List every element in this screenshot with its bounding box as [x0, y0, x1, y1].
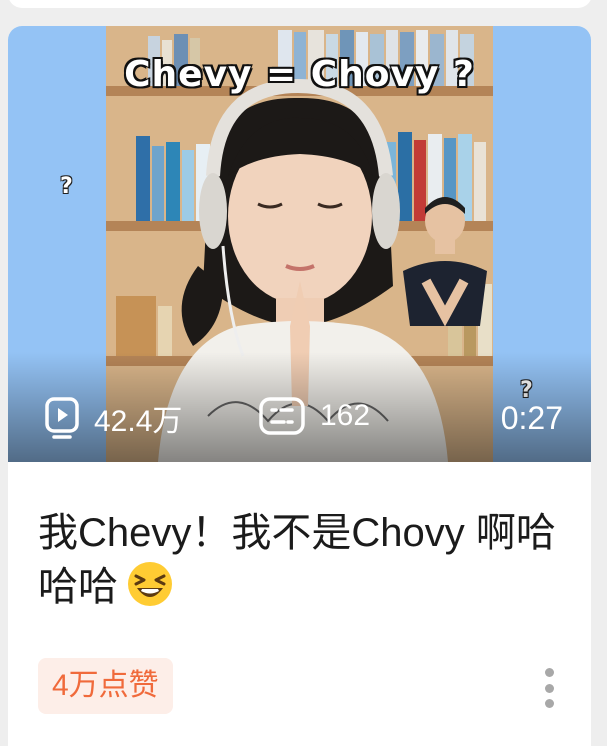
video-duration: 0:27 — [500, 400, 563, 436]
likes-badge: 4万点赞 — [38, 658, 173, 714]
play-count: 42.4万 — [94, 405, 183, 438]
more-dot — [544, 699, 554, 708]
play-video-icon — [45, 397, 79, 439]
more-dot — [544, 683, 554, 693]
video-card[interactable]: Chevy = Chovy ? ? ? 42.4万 — [8, 26, 591, 746]
more-options-button[interactable] — [536, 666, 562, 710]
danmaku-comment-icon — [259, 397, 305, 435]
thumbnail-stats-bar: 42.4万 162 0:27 — [8, 386, 591, 446]
previous-card-edge — [8, 0, 592, 8]
question-mark-sticker: ? — [60, 174, 73, 199]
play-count-stat: 42.4万 — [44, 396, 182, 440]
video-title[interactable]: 我Chevy！我不是Chovy 啊哈哈哈 — [38, 506, 578, 614]
more-vertical-icon — [544, 668, 554, 677]
thumbnail-overlay-title: Chevy = Chovy ? — [123, 53, 475, 96]
comment-count: 162 — [320, 399, 371, 432]
laughing-face-icon — [128, 562, 172, 606]
video-title-text: 我Chevy！我不是Chovy 啊哈哈哈 — [38, 511, 556, 609]
video-thumbnail[interactable]: Chevy = Chovy ? ? ? 42.4万 — [8, 26, 591, 462]
comment-count-stat: 162 — [258, 396, 370, 436]
